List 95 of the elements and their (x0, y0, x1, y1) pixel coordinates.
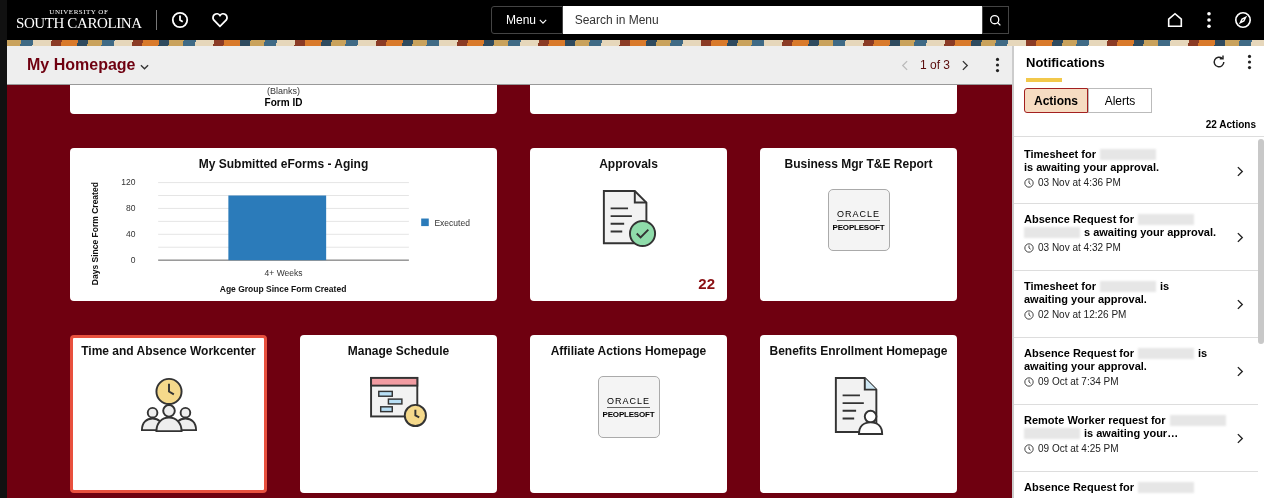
notification-item[interactable]: Timesheet for is awaiting your approval. 02 Nov at 12:26 PM (1014, 271, 1258, 338)
notification-text: is awaiting your… (1084, 427, 1179, 440)
notification-text: s awaiting your approval. (1084, 226, 1217, 239)
blurred-name (1138, 214, 1195, 225)
notification-item[interactable]: Absence Request for (1014, 472, 1258, 498)
legend-swatch (420, 218, 429, 227)
chevron-right-icon (1237, 366, 1244, 377)
notification-item[interactable]: Absence Request for s awaiting your approval. 03 Nov at 4:32 PM (1014, 204, 1258, 271)
schedule-window-icon (368, 376, 429, 428)
y-tick-label: 0 (130, 255, 135, 265)
notification-text: Timesheet for (1024, 148, 1096, 161)
recent-clock-icon[interactable] (170, 11, 189, 29)
notification-time: 03 Nov at 4:36 PM (1038, 177, 1121, 188)
chevron-right-icon (1237, 433, 1244, 444)
tile-title: Time and Absence Workcenter (81, 344, 256, 358)
title-accent-bar (1026, 78, 1062, 82)
clock-icon (1024, 177, 1034, 188)
tile[interactable]: Affiliate Actions Homepage ORACLE PEOPLESOFT (530, 335, 727, 493)
tile-title: Manage Schedule (347, 344, 450, 358)
chevron-down-icon (139, 64, 149, 70)
x-axis-title: Age Group Since Form Created (219, 284, 346, 295)
oracle-peoplesoft-logo: ORACLE PEOPLESOFT (597, 376, 660, 438)
notification-text: Absence Request for (1024, 213, 1135, 226)
clock-icon (1024, 376, 1034, 387)
tile[interactable]: Business Mgr T&E Report ORACLE PEOPLESOFT (760, 148, 957, 301)
search-button[interactable] (981, 6, 1009, 34)
notification-text: Absence Request for (1024, 481, 1135, 494)
more-options-icon[interactable] (1247, 54, 1252, 70)
tile[interactable]: (Blanks) Form ID (70, 85, 497, 114)
blurred-name (1024, 428, 1080, 439)
search-field[interactable]: Search in Menu (562, 6, 982, 34)
notification-item[interactable]: Remote Worker request for is awaiting your… 09 Oct at 4:25 PM (1014, 405, 1258, 472)
tile-text: Form ID (264, 96, 303, 109)
caret-down-icon (539, 19, 548, 24)
legend-label: Executed (433, 218, 470, 229)
tile[interactable]: Benefits Enrollment Homepage (760, 335, 957, 493)
notification-text: is (1198, 347, 1208, 360)
notification-time: 02 Nov at 12:26 PM (1038, 309, 1127, 320)
notification-text: Remote Worker request for (1024, 414, 1166, 427)
tile-title: Approvals (599, 157, 658, 171)
tile-title: Benefits Enrollment Homepage (769, 344, 948, 358)
blurred-name (1169, 415, 1226, 426)
favorites-heart-icon[interactable] (210, 11, 229, 29)
tile[interactable]: Approvals 22 (530, 148, 727, 301)
blurred-name (1138, 482, 1195, 493)
tab[interactable]: Alerts (1088, 88, 1152, 113)
homepage-selector[interactable]: My Homepage (27, 56, 149, 74)
home-icon[interactable] (1166, 11, 1184, 29)
tile-title: My Submitted eForms - Aging (198, 157, 369, 171)
y-tick-label: 120 (120, 177, 135, 188)
tile-title: Business Mgr T&E Report (784, 157, 933, 171)
compass-icon[interactable] (1234, 11, 1252, 29)
tile[interactable]: Time and Absence Workcenter (70, 335, 267, 493)
blurred-name (1138, 348, 1195, 359)
notification-text: awaiting your approval. (1024, 293, 1147, 306)
notification-item[interactable]: Absence Request for is awaiting your approval. 09 Oct at 7:34 PM (1014, 338, 1258, 405)
notification-time: 09 Oct at 4:25 PM (1038, 443, 1119, 454)
notification-text: Timesheet for (1024, 280, 1096, 293)
chevron-right-icon (1237, 232, 1244, 243)
clock-icon (1024, 309, 1034, 320)
y-tick-label: 40 (125, 229, 135, 240)
blurred-name (1099, 149, 1156, 160)
approval-count: 22 (698, 275, 715, 292)
notification-text: is awaiting your approval. (1024, 161, 1160, 174)
y-axis-title: Days Since Form Created (89, 182, 100, 286)
notification-text: is (1159, 280, 1170, 293)
tab[interactable]: Actions (1024, 88, 1088, 113)
more-options-icon[interactable] (995, 57, 1000, 73)
blurred-name (1024, 227, 1080, 238)
tile[interactable]: My Submitted eForms - Aging 0 40 80 120 Days Since Form Created Executed 4+ Weeks Age Group Since Form Created (70, 148, 497, 301)
panel-title: Notifications (1026, 54, 1105, 70)
actions-count: 22 Actions (1205, 119, 1256, 130)
chevron-right-icon[interactable] (962, 59, 969, 71)
oracle-peoplesoft-logo: ORACLE PEOPLESOFT (827, 189, 890, 251)
tile-title: Affiliate Actions Homepage (550, 344, 707, 358)
notification-text: Absence Request for (1024, 347, 1135, 360)
tile[interactable]: Manage Schedule (300, 335, 497, 493)
clock-icon (1024, 443, 1034, 454)
y-tick-label: 80 (125, 203, 135, 214)
tile[interactable] (530, 85, 957, 114)
chevron-right-icon (1237, 299, 1244, 310)
clock-icon (1024, 242, 1034, 253)
page-indicator: 1 of 3 (919, 58, 950, 72)
more-options-icon[interactable] (1206, 11, 1212, 29)
search-icon (988, 13, 1002, 27)
notification-item[interactable]: Timesheet for is awaiting your approval. 03 Nov at 4:36 PM (1014, 137, 1258, 204)
refresh-icon[interactable] (1211, 54, 1227, 70)
tile-text: (Blanks) (267, 87, 300, 96)
notification-text: awaiting your approval. (1024, 360, 1147, 373)
blurred-name (1099, 281, 1156, 292)
x-category-label: 4+ Weeks (264, 268, 302, 279)
chevron-right-icon (1237, 166, 1244, 177)
notification-time: 09 Oct at 7:34 PM (1038, 376, 1119, 387)
menu-button[interactable]: Menu (490, 6, 563, 34)
notification-time: 03 Nov at 4:32 PM (1038, 242, 1121, 253)
